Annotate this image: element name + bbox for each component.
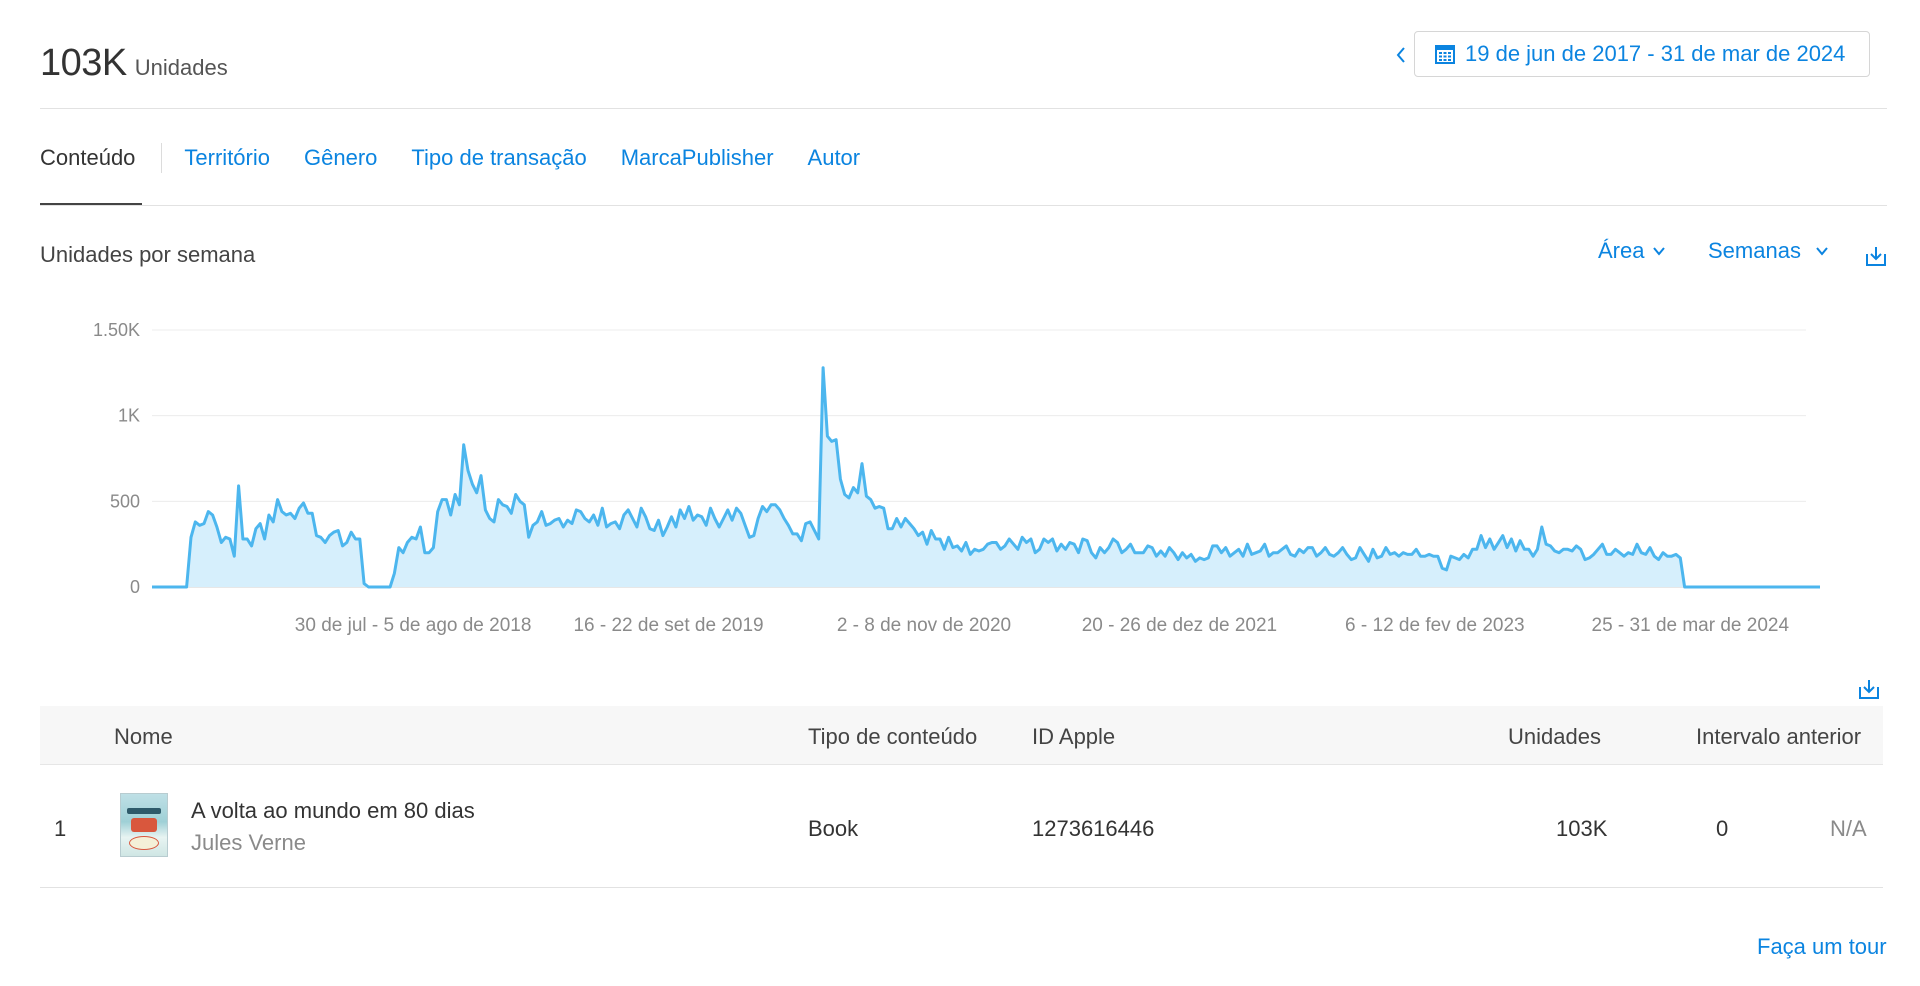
date-range-picker[interactable]: 19 de jun de 2017 - 31 de mar de 2024 [1414, 31, 1870, 77]
period-dropdown[interactable]: Semanas [1708, 238, 1829, 264]
tab-tipo-de-transacao[interactable]: Tipo de transação [411, 145, 586, 171]
book-title[interactable]: A volta ao mundo em 80 dias [191, 798, 475, 824]
chevron-down-icon [1816, 247, 1828, 256]
book-cover-thumbnail [120, 793, 168, 857]
y-tick-label: 0 [130, 577, 140, 597]
chart-title: Unidades por semana [40, 242, 256, 267]
chart-type-label: Área [1598, 238, 1645, 263]
tab-genero[interactable]: Gênero [304, 145, 377, 171]
total-units: 103K Unidades [40, 42, 228, 85]
tab-separator [161, 143, 163, 173]
tab-marca-publisher[interactable]: MarcaPublisher [621, 145, 774, 171]
series-area [152, 367, 1820, 587]
column-header-tipo-de-conteudo[interactable]: Tipo de conteúdo [808, 724, 977, 750]
units-area-chart: 0 500 1K 1.50K 30 de jul - 5 de ago de 2018 1… [93, 320, 1820, 636]
total-units-label: Unidades [134, 55, 228, 80]
tabs-divider [40, 205, 1887, 206]
row-divider [40, 887, 1883, 888]
x-tick-label: 25 - 31 de mar de 2024 [1592, 615, 1790, 636]
x-tick-label: 6 - 12 de fev de 2023 [1345, 615, 1525, 636]
y-tick-label: 1K [118, 406, 140, 426]
column-header-id-apple[interactable]: ID Apple [1032, 724, 1115, 750]
chart-type-dropdown[interactable]: Área [1598, 238, 1666, 264]
change-value: N/A [1830, 816, 1867, 841]
period-label: Semanas [1708, 238, 1801, 263]
book-author: Jules Verne [191, 830, 306, 855]
table-download-icon[interactable] [1857, 677, 1881, 701]
row-rank: 1 [54, 816, 67, 841]
y-tick-label: 500 [110, 491, 140, 511]
x-tick-label: 20 - 26 de dez de 2021 [1082, 615, 1277, 636]
column-header-intervalo-anterior[interactable]: Intervalo anterior [1696, 724, 1861, 750]
calendar-icon [1435, 45, 1455, 64]
tab-autor[interactable]: Autor [808, 145, 861, 171]
tab-bar: Conteúdo Território Gênero Tipo de trans… [40, 140, 860, 176]
x-tick-label: 2 - 8 de nov de 2020 [837, 615, 1011, 636]
tour-link[interactable]: Faça um tour [1757, 934, 1887, 960]
previous-interval-value: 0 [1716, 816, 1729, 841]
download-icon[interactable] [1864, 244, 1888, 268]
column-header-nome[interactable]: Nome [114, 724, 173, 750]
y-tick-label: 1.50K [93, 320, 140, 340]
column-header-unidades[interactable]: Unidades [1508, 724, 1601, 750]
x-tick-label: 16 - 22 de set de 2019 [573, 615, 763, 636]
units-value: 103K [1556, 816, 1608, 841]
chevron-left-icon[interactable] [1395, 44, 1407, 72]
tab-conteudo[interactable]: Conteúdo [40, 145, 135, 171]
apple-id-value: 1273616446 [1032, 816, 1155, 841]
date-range-label: 19 de jun de 2017 - 31 de mar de 2024 [1465, 41, 1846, 66]
chevron-down-icon [1653, 247, 1666, 256]
tab-territorio[interactable]: Território [184, 145, 270, 171]
content-type-value: Book [808, 816, 859, 841]
table-header-divider [40, 764, 1883, 765]
header-divider [40, 108, 1887, 109]
x-tick-label: 30 de jul - 5 de ago de 2018 [295, 615, 532, 636]
total-units-value: 103K [40, 42, 127, 84]
